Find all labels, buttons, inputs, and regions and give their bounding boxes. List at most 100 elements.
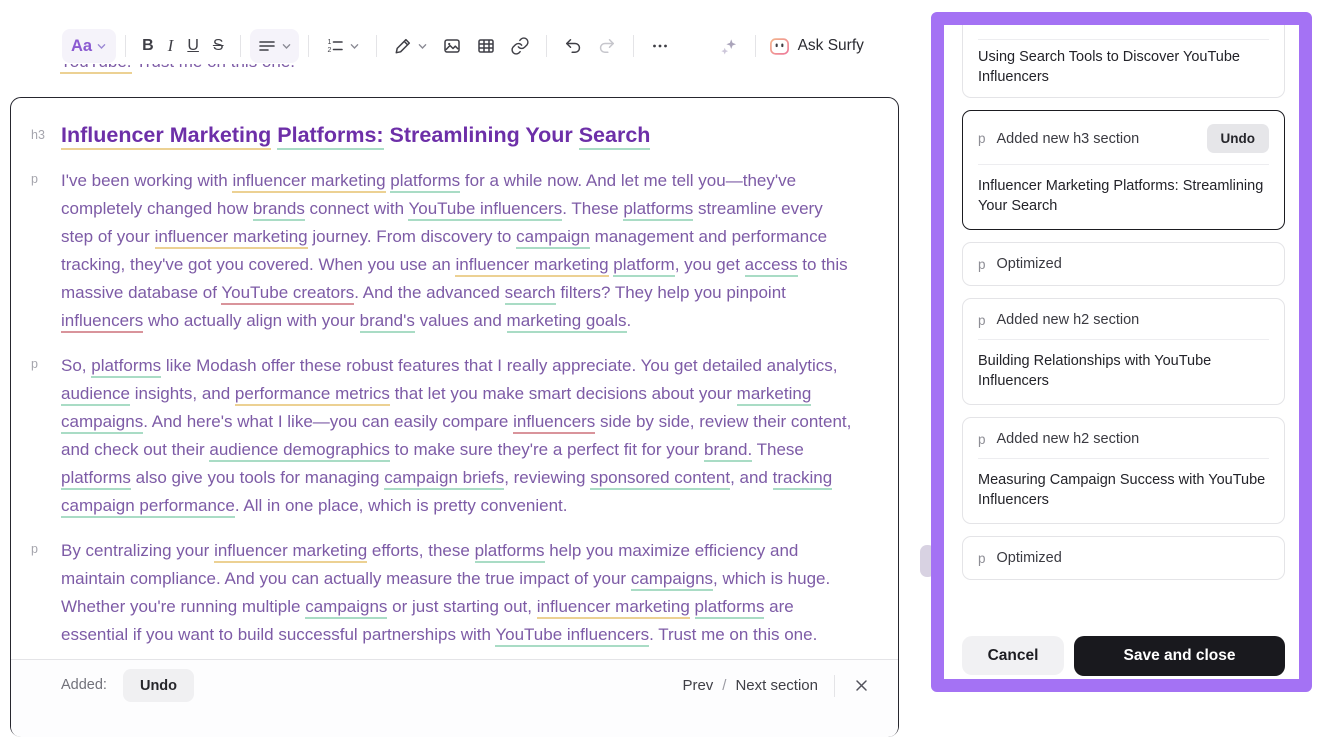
next-section-button[interactable]: Next section (735, 677, 818, 694)
keyword-highlight: YouTube influencers (495, 625, 649, 647)
section-footer-bar: Added: Undo Prev / Next section (11, 659, 898, 737)
changes-panel: Using Search Tools to Discover YouTube I… (944, 25, 1299, 679)
block-text: I've been working with influencer market… (61, 167, 855, 335)
text-run: . And the advanced (354, 283, 504, 302)
svg-text:2: 2 (327, 47, 331, 54)
save-and-close-button[interactable]: Save and close (1074, 636, 1285, 676)
editor-content[interactable]: h3Influencer Marketing Platforms: Stream… (11, 98, 898, 649)
text-run: , and (730, 468, 773, 487)
keyword-highlight: Influencer Marketing (61, 123, 271, 150)
keyword-highlight: brand's (360, 311, 415, 333)
card-header: pOptimized (978, 256, 1269, 272)
editor-toolbar: Aa B I U S 12 (0, 0, 930, 64)
ai-sparkles-button[interactable] (711, 29, 746, 63)
text-run: like Modash offer these robust features … (161, 356, 837, 375)
text-run: By centralizing your (61, 541, 214, 560)
close-section-bar-button[interactable] (851, 675, 872, 696)
toolbar-separator (755, 35, 756, 57)
card-body: Building Relationships with YouTube Infl… (978, 351, 1269, 391)
keyword-highlight: campaigns (631, 569, 713, 591)
align-button[interactable] (250, 29, 299, 63)
text-run: . And here's what I like—you can easily … (143, 412, 513, 431)
cancel-button[interactable]: Cancel (962, 636, 1064, 675)
keyword-highlight: brands (253, 199, 305, 221)
keyword-highlight: influencer marketing (455, 255, 608, 277)
more-options-button[interactable] (643, 29, 677, 63)
chevron-down-icon (349, 41, 360, 52)
change-card[interactable]: Using Search Tools to Discover YouTube I… (962, 25, 1285, 98)
card-undo-button[interactable]: Undo (1207, 124, 1270, 153)
text-run: filters? They help you pinpoint (556, 283, 786, 302)
keyword-highlight: campaign (516, 227, 590, 249)
block-tag-label: p (11, 352, 61, 520)
keyword-highlight: platform (613, 255, 674, 277)
card-tag-label: p (978, 313, 986, 328)
redo-action-button[interactable] (590, 29, 624, 63)
card-title: Optimized (997, 550, 1269, 566)
text-style-button[interactable]: Aa (62, 29, 116, 63)
keyword-highlight: Search (579, 123, 651, 150)
block-tag-label: p (11, 167, 61, 335)
editor-block[interactable]: pSo, platforms like Modash offer these r… (11, 352, 898, 520)
ask-surfy-button[interactable]: Ask Surfy (765, 29, 868, 63)
change-card[interactable]: p Optimized (962, 536, 1285, 580)
link-icon (510, 36, 530, 56)
change-card[interactable]: pAdded new h2 section Building Relationsh… (962, 298, 1285, 405)
editor-block[interactable]: pI've been working with influencer marke… (11, 167, 898, 335)
underline-button[interactable]: U (180, 29, 206, 63)
keyword-highlight: campaigns (305, 597, 387, 619)
sparkles-icon (718, 36, 739, 57)
block-text: So, platforms like Modash offer these ro… (61, 352, 855, 520)
table-icon (476, 36, 496, 56)
text-run: who actually align with your (143, 311, 359, 330)
highlight-pen-button[interactable] (386, 29, 435, 63)
text-run: values and (415, 311, 507, 330)
image-icon (442, 36, 462, 56)
section-undo-button[interactable]: Undo (123, 669, 194, 702)
change-card[interactable]: pAdded new h3 sectionUndoInfluencer Mark… (962, 110, 1285, 230)
keyword-highlight: performance metrics (235, 384, 390, 406)
card-title: Added new h2 section (997, 431, 1269, 447)
card-header: p Optimized (978, 550, 1269, 566)
prev-section-button[interactable]: Prev (682, 677, 713, 694)
undo-action-button[interactable] (556, 29, 590, 63)
card-title: Optimized (997, 256, 1269, 272)
numbered-list-button[interactable]: 12 (318, 29, 367, 63)
link-button[interactable] (503, 29, 537, 63)
keyword-highlight: influencer marketing (537, 597, 690, 619)
pen-icon (393, 36, 413, 56)
change-list: Using Search Tools to Discover YouTube I… (962, 25, 1285, 580)
text-run: So, (61, 356, 91, 375)
card-tag-label: p (978, 551, 986, 566)
keyword-highlight: influencer marketing (232, 171, 385, 193)
text-run: I've been working with (61, 171, 232, 190)
strikethrough-button[interactable]: S (206, 29, 231, 63)
panel-actions: Cancel Save and close (962, 636, 1285, 676)
toolbar-separator (546, 35, 547, 57)
keyword-highlight: YouTube influencers (408, 199, 562, 221)
keyword-highlight: platforms (61, 468, 131, 490)
italic-button[interactable]: I (161, 29, 181, 63)
text-run (690, 597, 695, 616)
card-tag-label: p (978, 131, 986, 146)
card-divider (978, 39, 1269, 40)
editor-block[interactable]: h3Influencer Marketing Platforms: Stream… (11, 120, 898, 150)
change-card[interactable]: pOptimized (962, 242, 1285, 286)
editor-block[interactable]: pBy centralizing your influencer marketi… (11, 537, 898, 649)
image-button[interactable] (435, 29, 469, 63)
nav-separator: / (722, 677, 726, 694)
text-run: , reviewing (504, 468, 590, 487)
bold-button[interactable]: B (135, 29, 161, 63)
block-text: Influencer Marketing Platforms: Streamli… (61, 120, 855, 150)
keyword-highlight: campaign briefs (384, 468, 504, 490)
card-tag-label: p (978, 432, 986, 447)
footer-divider (834, 675, 835, 697)
table-button[interactable] (469, 29, 503, 63)
change-card[interactable]: pAdded new h2 sectionMeasuring Campaign … (962, 417, 1285, 524)
keyword-highlight: influencers (61, 311, 143, 333)
keyword-highlight: influencers (513, 412, 595, 434)
chevron-down-icon (417, 41, 428, 52)
block-text: By centralizing your influencer marketin… (61, 537, 855, 649)
text-run: connect with (305, 199, 409, 218)
card-header: pAdded new h2 section (978, 312, 1269, 328)
